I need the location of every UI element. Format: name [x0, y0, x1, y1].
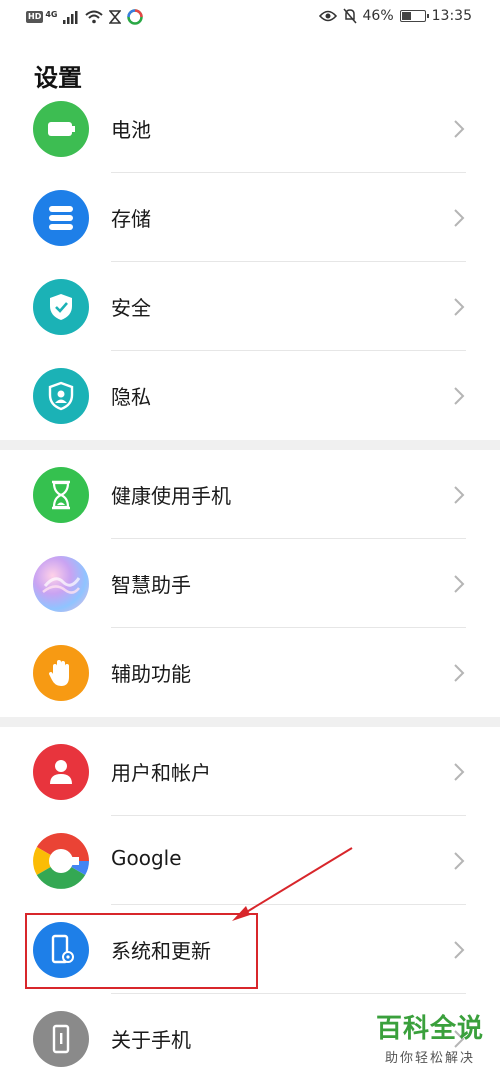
section-separator: [0, 717, 500, 727]
chevron-right-icon: [454, 209, 465, 227]
battery-level: [401, 12, 412, 20]
hourglass-status-icon: [109, 10, 122, 24]
clock: 13:35: [431, 8, 472, 24]
settings-item-label: 智慧助手: [111, 573, 191, 597]
mute-bell-icon: [342, 8, 357, 24]
settings-item-label: 健康使用手机: [111, 484, 231, 508]
storage-icon: [33, 190, 89, 246]
settings-item-label: 辅助功能: [111, 662, 191, 686]
settings-item-accessibility[interactable]: 辅助功能: [0, 628, 500, 717]
settings-item-label: 电池: [111, 118, 151, 142]
chevron-right-icon: [454, 852, 465, 870]
battery-setting-icon: [33, 101, 89, 157]
chevron-right-icon: [454, 664, 465, 682]
battery-percent: 46%: [362, 8, 394, 24]
settings-item-privacy[interactable]: 隐私: [0, 351, 500, 440]
settings-item-battery[interactable]: 电池: [0, 84, 500, 173]
settings-item-label: 关于手机: [111, 1028, 191, 1052]
settings-item-label: 存储: [111, 207, 151, 231]
settings-item-storage[interactable]: 存储: [0, 173, 500, 262]
hourglass-icon: [33, 467, 89, 523]
assistant-icon: [33, 556, 89, 612]
settings-item-security[interactable]: 安全: [0, 262, 500, 351]
battery-icon: [399, 10, 429, 22]
status-left: HD 4G: [26, 9, 144, 25]
watermark-subtitle: 助你轻松解决: [384, 1051, 475, 1066]
settings-item-label: 安全: [111, 296, 151, 320]
hand-icon: [33, 645, 89, 701]
settings-item-label: Google: [111, 846, 182, 870]
phone-info-icon: [33, 1011, 89, 1067]
wifi-icon: [85, 10, 104, 24]
chevron-right-icon: [454, 486, 465, 504]
settings-item-users-accounts[interactable]: 用户和帐户: [0, 727, 500, 816]
chevron-right-icon: [454, 941, 465, 959]
status-bar: HD 4G 46% 13:35: [0, 0, 500, 36]
chevron-right-icon: [454, 120, 465, 138]
settings-item-label: 用户和帐户: [111, 761, 211, 785]
google-icon: [33, 833, 89, 889]
eye-icon: [318, 10, 337, 22]
section-separator: [0, 440, 500, 450]
chevron-right-icon: [454, 387, 465, 405]
signal-icon: [63, 11, 78, 24]
annotation-highlight-box: [25, 913, 258, 989]
app-notification-icon: [127, 9, 144, 25]
status-right: 46% 13:35: [318, 8, 472, 24]
user-icon: [33, 744, 89, 800]
shield-check-icon: [33, 279, 89, 335]
watermark: 百科全说 助你轻松解决: [376, 1008, 484, 1066]
privacy-icon: [33, 368, 89, 424]
hd-badge: HD: [26, 11, 44, 23]
chevron-right-icon: [454, 298, 465, 316]
chevron-right-icon: [454, 763, 465, 781]
settings-item-digital-balance[interactable]: 健康使用手机: [0, 450, 500, 539]
watermark-title: 百科全说: [375, 1014, 484, 1044]
chevron-right-icon: [454, 575, 465, 593]
settings-item-smart-assistant[interactable]: 智慧助手: [0, 539, 500, 628]
settings-item-google[interactable]: Google: [0, 816, 500, 905]
network-type: 4G: [45, 9, 58, 19]
settings-item-label: 隐私: [111, 385, 151, 409]
